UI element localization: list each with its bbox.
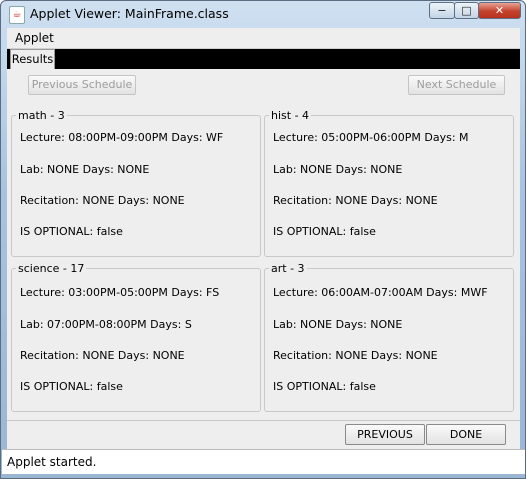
course-panel-math: math - 3 Lecture: 08:00PM-09:00PM Days: … xyxy=(11,109,261,257)
menu-applet[interactable]: Applet xyxy=(15,31,54,45)
tab-strip: Results xyxy=(7,49,520,69)
course-title: science - 17 xyxy=(16,262,87,275)
recitation-text: Recitation: NONE Days: NONE xyxy=(20,194,185,207)
client-area: Applet Results Previous Schedule Next Sc… xyxy=(2,28,525,474)
optional-text: IS OPTIONAL: false xyxy=(20,225,123,238)
recitation-text: Recitation: NONE Days: NONE xyxy=(273,194,438,207)
close-icon: ✕ xyxy=(494,4,505,17)
footer-divider xyxy=(7,420,520,421)
maximize-button[interactable]: □ xyxy=(454,2,479,19)
lecture-text: Lecture: 03:00PM-05:00PM Days: FS xyxy=(20,286,220,299)
next-schedule-button[interactable]: Next Schedule xyxy=(408,75,505,95)
optional-text: IS OPTIONAL: false xyxy=(20,380,123,393)
java-cup-icon: ☕ xyxy=(9,6,25,24)
lab-text: Lab: NONE Days: NONE xyxy=(20,163,150,176)
previous-schedule-button[interactable]: Previous Schedule xyxy=(28,75,136,95)
recitation-text: Recitation: NONE Days: NONE xyxy=(20,349,185,362)
optional-text: IS OPTIONAL: false xyxy=(273,380,376,393)
lab-text: Lab: 07:00PM-08:00PM Days: S xyxy=(20,318,192,331)
lecture-text: Lecture: 06:00AM-07:00AM Days: MWF xyxy=(273,286,488,299)
menu-bar: Applet xyxy=(7,28,520,49)
close-button[interactable]: ✕ xyxy=(478,2,521,19)
status-text: Applet started. xyxy=(7,455,97,469)
maximize-icon: □ xyxy=(461,4,472,17)
title-bar[interactable]: ☕ Applet Viewer: MainFrame.class − □ ✕ xyxy=(1,1,525,27)
course-panel-science: science - 17 Lecture: 03:00PM-05:00PM Da… xyxy=(11,262,261,412)
lecture-text: Lecture: 08:00PM-09:00PM Days: WF xyxy=(20,131,224,144)
course-title: art - 3 xyxy=(269,262,307,275)
course-title: hist - 4 xyxy=(269,109,312,122)
course-title: math - 3 xyxy=(16,109,67,122)
course-panel-art: art - 3 Lecture: 06:00AM-07:00AM Days: M… xyxy=(264,262,514,412)
course-panel-hist: hist - 4 Lecture: 05:00PM-06:00PM Days: … xyxy=(264,109,514,257)
recitation-text: Recitation: NONE Days: NONE xyxy=(273,349,438,362)
status-bar: Applet started. xyxy=(2,449,525,474)
window-title: Applet Viewer: MainFrame.class xyxy=(30,6,229,21)
lab-text: Lab: NONE Days: NONE xyxy=(273,318,403,331)
applet-viewer-window: ☕ Applet Viewer: MainFrame.class − □ ✕ A… xyxy=(0,0,526,479)
done-button[interactable]: DONE xyxy=(426,424,506,445)
lecture-text: Lecture: 05:00PM-06:00PM Days: M xyxy=(273,131,469,144)
optional-text: IS OPTIONAL: false xyxy=(273,225,376,238)
minimize-button[interactable]: − xyxy=(429,2,455,19)
previous-button[interactable]: PREVIOUS xyxy=(345,424,425,445)
lab-text: Lab: NONE Days: NONE xyxy=(273,163,403,176)
tab-results[interactable]: Results xyxy=(10,49,55,69)
minimize-icon: − xyxy=(437,4,447,17)
